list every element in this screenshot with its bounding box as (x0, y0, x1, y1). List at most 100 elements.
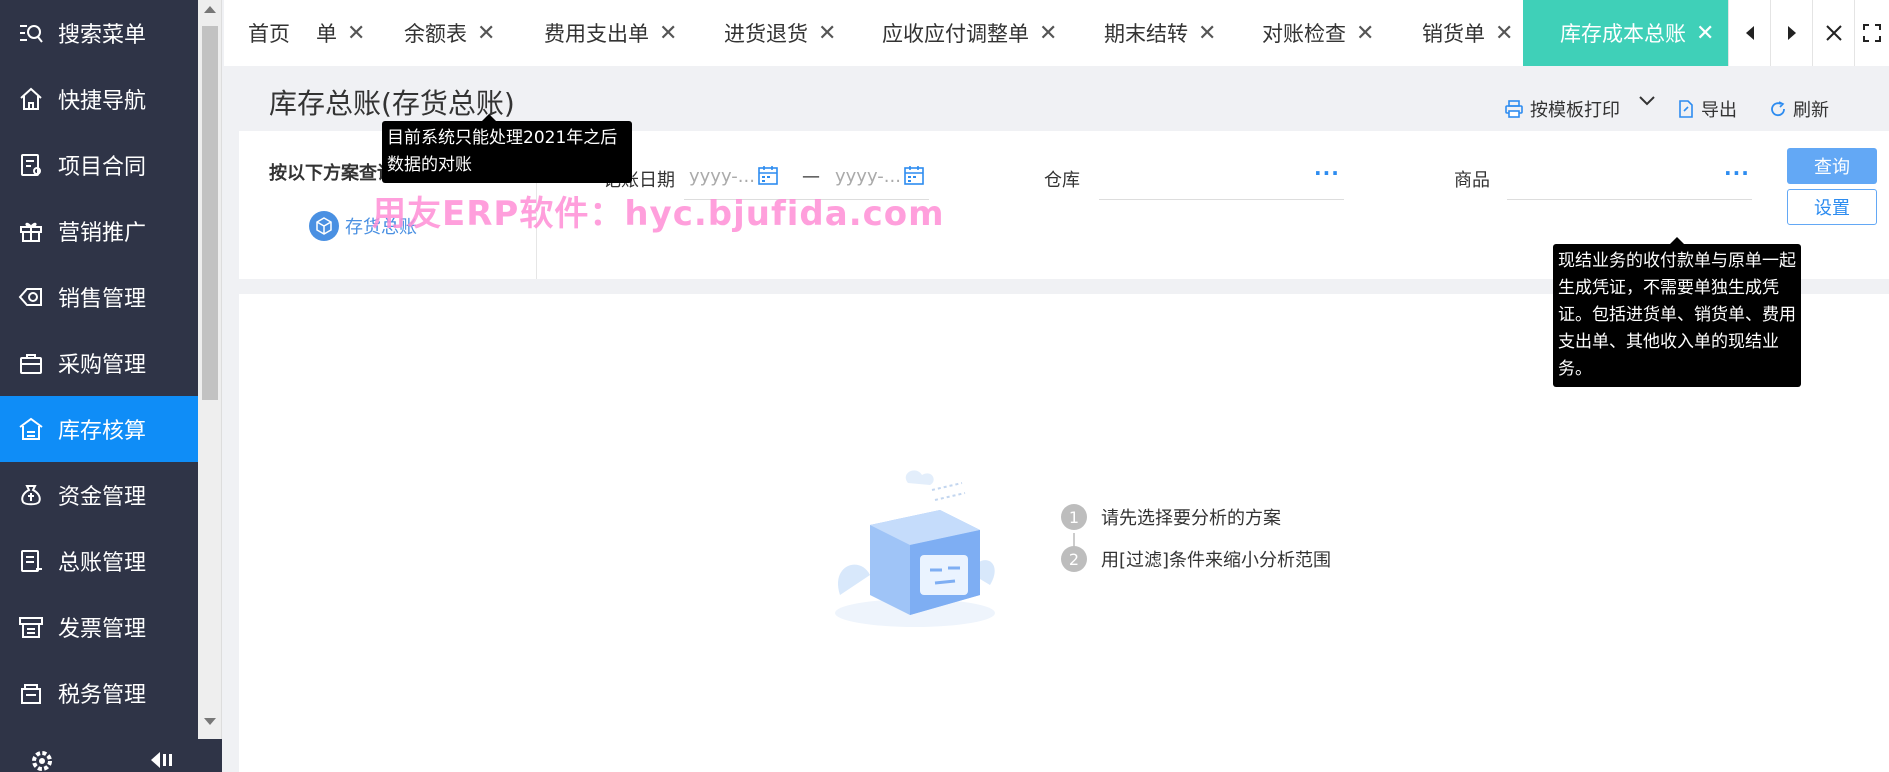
scrollbar-thumb[interactable] (202, 26, 218, 400)
sales-icon (16, 282, 46, 312)
fullscreen-button[interactable] (1854, 0, 1889, 66)
printer-icon (1505, 100, 1523, 118)
tab-bar: 首页 单 ✕ 余额表 ✕ 费用支出单 ✕ 进货退货 ✕ 应收应付调整单 ✕ 期末… (224, 0, 1889, 66)
scroll-up-arrow-icon[interactable] (204, 6, 216, 13)
close-icon[interactable]: ✕ (659, 21, 677, 46)
close-icon[interactable]: ✕ (1039, 21, 1057, 46)
step-text: 用[过滤]条件来缩小分析范围 (1101, 550, 1332, 571)
date-end-input[interactable]: yyyy-... (835, 166, 901, 187)
hint-step-2: 2 用[过滤]条件来缩小分析范围 (1061, 546, 1331, 572)
sidebar-item-label: 税务管理 (58, 683, 147, 708)
product-more-icon[interactable]: ··· (1724, 161, 1750, 185)
export-icon (1679, 100, 1693, 118)
product-input[interactable] (1507, 199, 1752, 200)
date-separator: — (802, 166, 820, 187)
settings-button[interactable]: 设置 (1787, 189, 1877, 225)
refresh-icon (1771, 101, 1785, 117)
sidebar-item-marketing[interactable]: 营销推广 (0, 198, 198, 264)
sidebar-item-inventory[interactable]: 库存核算 (0, 396, 198, 462)
warehouse-icon (16, 414, 46, 444)
bag-icon (16, 348, 46, 378)
tab-label: 库存成本总账 (1560, 22, 1686, 46)
box-icon (309, 211, 339, 241)
print-template-button[interactable]: 按模板打印 (1504, 96, 1620, 122)
refresh-button[interactable]: 刷新 (1769, 96, 1829, 122)
sidebar-item-label: 快捷导航 (58, 89, 147, 114)
date-start-input[interactable]: yyyy-... (689, 166, 755, 187)
contract-icon (16, 150, 46, 180)
hint-step-1: 1 请先选择要分析的方案 (1061, 504, 1281, 530)
sidebar-scrollbar[interactable] (198, 0, 222, 739)
sidebar-item-invoice[interactable]: 发票管理 (0, 594, 198, 660)
collapse-sidebar-icon[interactable] (148, 749, 178, 772)
tax-icon (16, 678, 46, 708)
scroll-down-arrow-icon[interactable] (204, 718, 216, 725)
tab-scroll-left-button[interactable] (1728, 0, 1770, 66)
sidebar-item-label: 库存核算 (58, 419, 147, 444)
step-text: 请先选择要分析的方案 (1101, 508, 1281, 529)
sidebar-item-label: 搜索菜单 (58, 23, 147, 48)
invoice-icon (16, 612, 46, 642)
sidebar-item-label: 营销推广 (58, 221, 147, 246)
sidebar-item-label: 采购管理 (58, 353, 147, 378)
tab-expense[interactable]: 费用支出单 ✕ (544, 0, 677, 66)
ledger-icon (16, 546, 46, 576)
caret-right-icon (1787, 26, 1796, 40)
page-title: 库存总账(存货总账) (269, 87, 515, 120)
warehouse-input[interactable] (1099, 199, 1344, 200)
tab-period-end[interactable]: 期末结转 ✕ (1104, 0, 1216, 66)
sidebar-item-quick-nav[interactable]: 快捷导航 (0, 66, 198, 132)
caret-left-icon (1745, 26, 1754, 40)
tab-balance-sheet[interactable]: 余额表 ✕ (404, 0, 495, 66)
gear-icon[interactable] (30, 749, 54, 772)
tab-reconcile-check[interactable]: 对账检查 ✕ (1262, 0, 1374, 66)
tab-ar-ap-adjust[interactable]: 应收应付调整单 ✕ (882, 0, 1057, 66)
sidebar-footer (0, 739, 222, 772)
sidebar-item-purchase[interactable]: 采购管理 (0, 330, 198, 396)
sidebar-item-label: 项目合同 (58, 155, 147, 180)
step-number: 1 (1061, 504, 1087, 530)
gift-icon (16, 216, 46, 246)
export-label: 导出 (1701, 100, 1737, 121)
tab-scroll-right-button[interactable] (1770, 0, 1812, 66)
money-bag-icon (16, 480, 46, 510)
chevron-down-icon (1639, 96, 1655, 106)
cash-settlement-tooltip: 现结业务的收付款单与原单一起生成凭证，不需要单独生成凭证。包括进货单、销货单、费… (1553, 237, 1801, 387)
close-icon[interactable]: ✕ (1198, 21, 1216, 46)
home-icon (16, 84, 46, 114)
watermark: 用友ERP软件：hyc.bjufida.com (372, 194, 945, 234)
sidebar-item-sales[interactable]: 销售管理 (0, 264, 198, 330)
sidebar-item-general-ledger[interactable]: 总账管理 (0, 528, 198, 594)
sidebar-item-project-contract[interactable]: 项目合同 (0, 132, 198, 198)
refresh-label: 刷新 (1793, 100, 1829, 121)
empty-state-illustration (820, 455, 1010, 639)
export-button[interactable]: 导出 (1677, 96, 1737, 122)
close-all-tabs-button[interactable] (1812, 0, 1854, 66)
sidebar-item-label: 资金管理 (58, 485, 147, 510)
tab-home[interactable]: 首页 (248, 0, 290, 66)
tab-purchase-return[interactable]: 进货退货 ✕ (724, 0, 836, 66)
warehouse-more-icon[interactable]: ··· (1314, 161, 1340, 185)
tab-sales-order[interactable]: 销货单 ✕ (1422, 0, 1513, 66)
tab-truncated[interactable]: 单 ✕ (316, 0, 365, 66)
tab-label: 余额表 (404, 22, 467, 46)
reconcile-tooltip: 目前系统只能处理2021年之后数据的对账 (382, 114, 632, 183)
close-icon[interactable]: ✕ (347, 21, 365, 46)
sidebar-item-tax[interactable]: 税务管理 (0, 660, 198, 726)
close-icon[interactable]: ✕ (477, 21, 495, 46)
tab-label: 首页 (248, 22, 290, 46)
tab-label: 费用支出单 (544, 22, 649, 46)
print-options-dropdown[interactable] (1639, 96, 1661, 106)
close-icon[interactable]: ✕ (1356, 21, 1374, 46)
tab-label: 对账检查 (1262, 22, 1346, 46)
tab-inventory-cost-ledger[interactable]: 库存成本总账 ✕ (1523, 0, 1728, 66)
close-icon[interactable]: ✕ (1696, 21, 1714, 46)
sidebar-item-search-menu[interactable]: 搜索菜单 (0, 0, 198, 66)
sidebar-item-funds[interactable]: 资金管理 (0, 462, 198, 528)
tab-label: 期末结转 (1104, 22, 1188, 46)
close-icon[interactable]: ✕ (1495, 21, 1513, 46)
scheme-label: 按以下方案查询 (269, 163, 395, 184)
query-button[interactable]: 查询 (1787, 148, 1877, 184)
sidebar: 搜索菜单 快捷导航 项目合同 营销推广 销售管理 采购管理 库存核算 资金管理 … (0, 0, 198, 772)
close-icon[interactable]: ✕ (818, 21, 836, 46)
